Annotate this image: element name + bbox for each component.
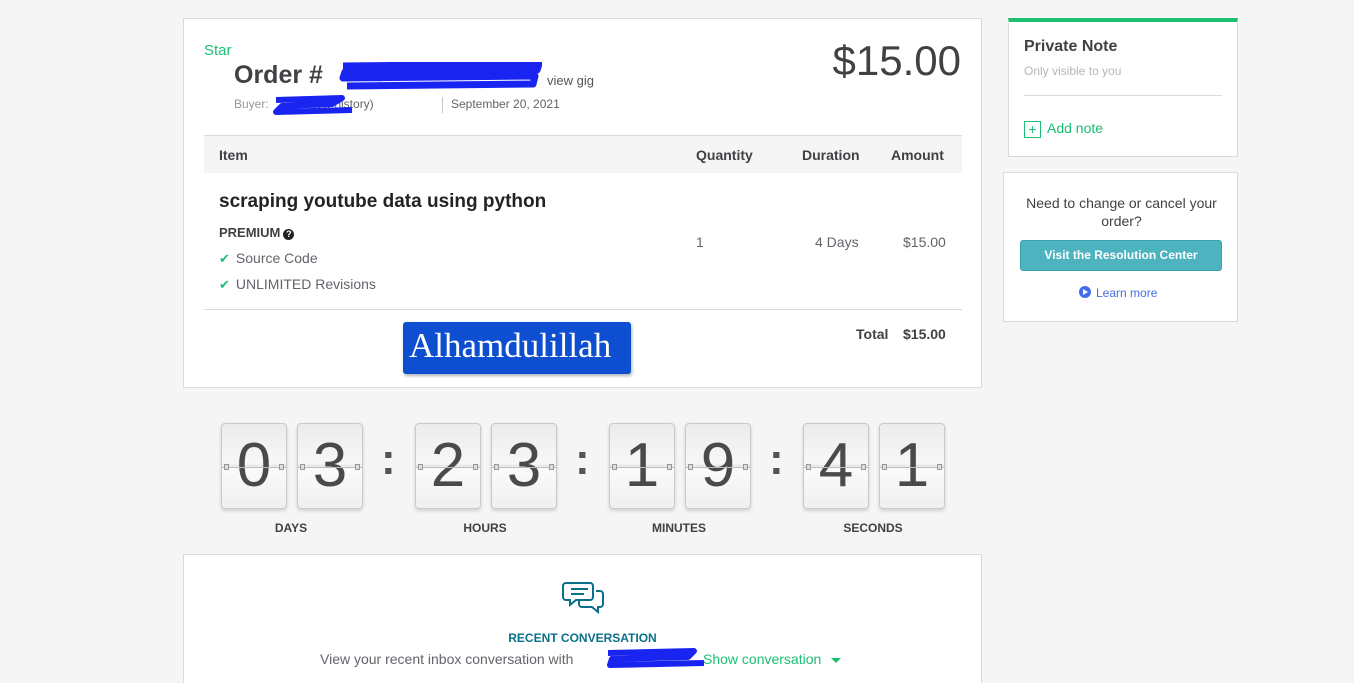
order-card: Star Order # view gig Buyer: view histor… <box>183 18 982 388</box>
resolution-question: Need to change or cancel your order? <box>1026 195 1217 229</box>
star-link[interactable]: Star <box>204 42 232 59</box>
plus-square-icon: + <box>1024 120 1041 138</box>
countdown-separator: : <box>769 435 784 484</box>
countdown-digit: 2 <box>415 423 481 509</box>
feature-label: UNLIMITED Revisions <box>235 276 376 292</box>
check-icon: ✔ <box>219 251 230 266</box>
countdown-separator: : <box>381 435 396 484</box>
conversation-card: RECENT CONVERSATION View your recent inb… <box>183 554 982 683</box>
buyer-label: Buyer: <box>234 97 269 111</box>
private-note-title: Private Note <box>1024 38 1118 55</box>
countdown-digit: 1 <box>609 423 675 509</box>
order-date: September 20, 2021 <box>451 97 560 111</box>
amount-value: $15.00 <box>903 234 946 250</box>
recent-conversation-text: View your recent inbox conversation with <box>320 651 574 667</box>
resolution-center-button[interactable]: Visit the Resolution Center <box>1020 240 1222 271</box>
overlay-text-box: Alhamdulillah <box>403 322 631 374</box>
order-price: $15.00 <box>832 37 961 84</box>
countdown-label-days: DAYS <box>274 521 308 535</box>
package-name: PREMIUM <box>219 225 281 240</box>
countdown-label-seconds: SECONDS <box>843 521 903 535</box>
countdown-separator: : <box>575 435 590 484</box>
redaction-scribble <box>607 648 705 668</box>
redaction-scribble <box>273 95 353 115</box>
header-amount: Amount <box>891 147 944 163</box>
duration-value: 4 Days <box>815 234 859 250</box>
divider <box>204 309 962 310</box>
countdown-digit: 1 <box>879 423 945 509</box>
countdown-digit: 3 <box>297 423 363 509</box>
play-circle-icon <box>1079 286 1091 298</box>
feature-item: ✔ UNLIMITED Revisions <box>219 276 376 293</box>
total-value: $15.00 <box>903 326 946 342</box>
caret-down-icon <box>831 657 842 663</box>
feature-label: Source Code <box>235 250 318 266</box>
table-header: Item Quantity Duration Amount <box>204 135 962 173</box>
check-icon: ✔ <box>219 277 230 292</box>
divider <box>1024 95 1222 96</box>
view-gig-link[interactable]: view gig <box>547 73 594 88</box>
header-quantity: Quantity <box>696 147 753 163</box>
resolution-card: Need to change or cancel your order? Vis… <box>1003 172 1238 322</box>
countdown-label-minutes: MINUTES <box>652 521 706 535</box>
add-note-button[interactable]: + Add note <box>1024 120 1103 138</box>
recent-conversation-title: RECENT CONVERSATION <box>508 631 657 645</box>
countdown-digit: 9 <box>685 423 751 509</box>
countdown-digit: 4 <box>803 423 869 509</box>
private-note-subtitle: Only visible to you <box>1024 64 1122 78</box>
question-icon[interactable]: ? <box>283 229 295 240</box>
total-label: Total <box>856 326 889 342</box>
private-note-card: Private Note Only visible to you + Add no… <box>1008 18 1238 157</box>
countdown-digit: 3 <box>491 423 557 509</box>
header-item: Item <box>219 147 248 163</box>
quantity-value: 1 <box>696 234 704 250</box>
header-duration: Duration <box>802 147 860 163</box>
package-label: PREMIUM? <box>219 225 295 240</box>
chat-bubbles-icon <box>562 582 604 615</box>
learn-more-link[interactable]: Learn more <box>1079 286 1157 300</box>
divider <box>442 97 443 113</box>
show-conversation-link[interactable]: Show conversation <box>703 651 842 667</box>
order-title: Order # <box>234 61 323 89</box>
feature-item: ✔ Source Code <box>219 250 318 267</box>
countdown-digit: 0 <box>221 423 287 509</box>
countdown-label-hours: HOURS <box>463 521 507 535</box>
redaction-scribble <box>339 62 542 90</box>
item-title: scraping youtube data using python <box>219 191 547 212</box>
